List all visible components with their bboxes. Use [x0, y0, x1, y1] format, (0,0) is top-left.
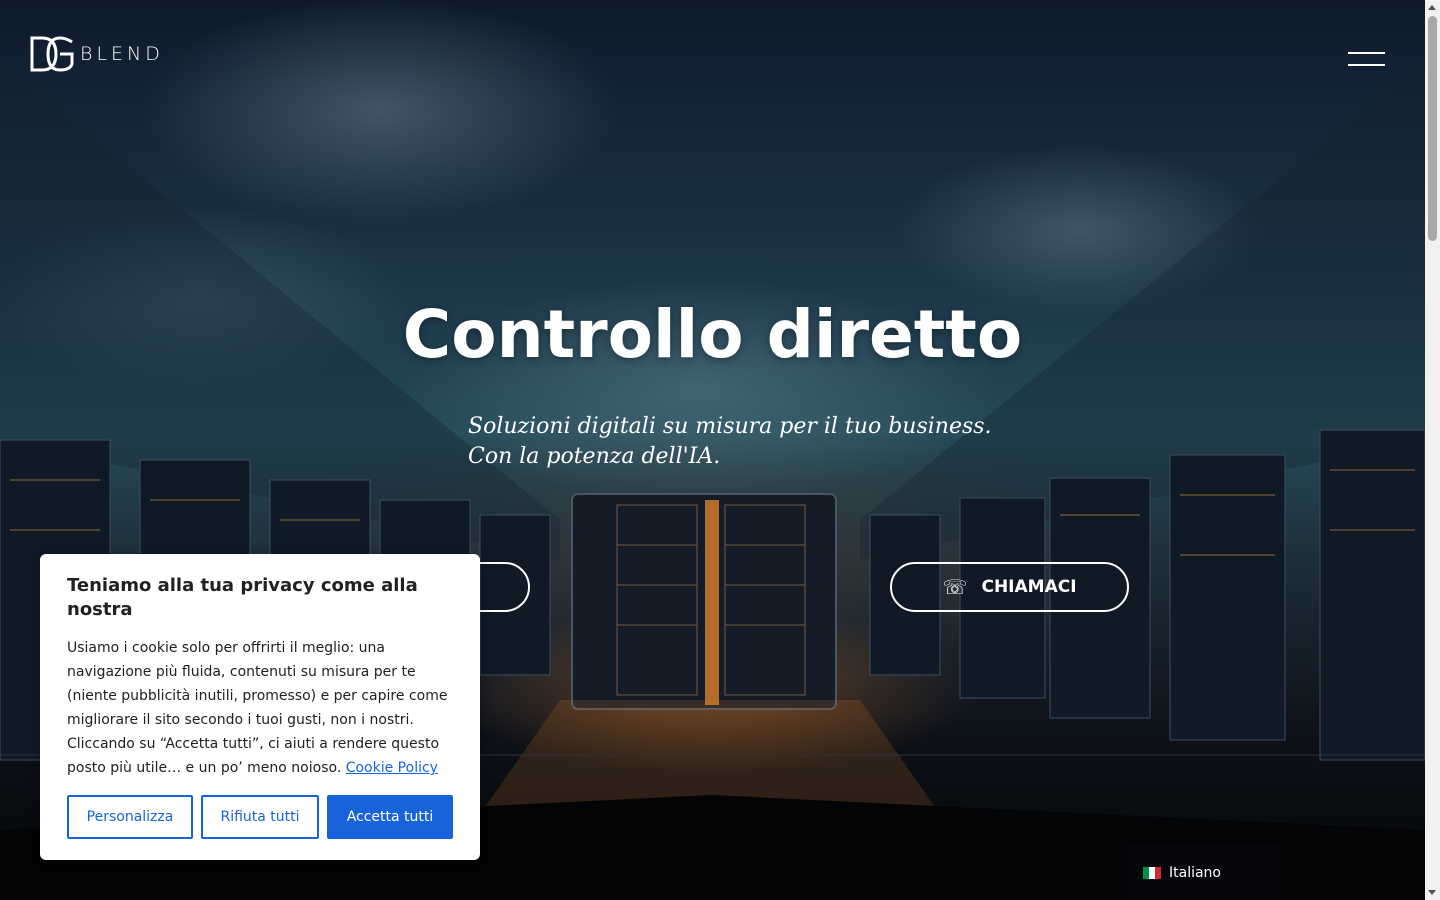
- page-scrollbar[interactable]: [1425, 0, 1440, 900]
- italy-flag-icon: [1143, 867, 1161, 879]
- cookie-banner-body: Usiamo i cookie solo per offrirti il meg…: [67, 640, 448, 776]
- logo[interactable]: BLEND: [30, 36, 164, 72]
- scroll-up-icon[interactable]: [1428, 5, 1436, 10]
- cookie-banner-title: Teniamo alla tua privacy come alla nostr…: [67, 575, 418, 620]
- cookie-consent-banner: Teniamo alla tua privacy come alla nostr…: [40, 554, 480, 860]
- call-button-label: CHIAMACI: [981, 577, 1077, 597]
- scrollbar-thumb[interactable]: [1428, 16, 1437, 241]
- menu-line: [1348, 64, 1385, 66]
- scroll-down-icon[interactable]: [1428, 890, 1436, 895]
- logo-text: BLEND: [80, 43, 164, 65]
- customize-button[interactable]: Personalizza: [67, 795, 193, 839]
- hero-subtitle-line1: Soluzioni digitali su misura per il tuo …: [468, 414, 992, 439]
- language-label: Italiano: [1169, 865, 1221, 881]
- cookie-banner-text: Usiamo i cookie solo per offrirti il meg…: [67, 636, 453, 780]
- phone-icon: ☏: [942, 575, 968, 599]
- hero-title: Controllo diretto: [402, 296, 1023, 373]
- hamburger-menu-icon[interactable]: [1348, 50, 1385, 68]
- cookie-policy-link[interactable]: Cookie Policy: [346, 760, 438, 776]
- reject-all-button[interactable]: Rifiuta tutti: [201, 795, 319, 839]
- hero-subtitle: Soluzioni digitali su misura per il tuo …: [468, 412, 992, 472]
- language-switcher[interactable]: Italiano: [1128, 846, 1280, 900]
- call-button[interactable]: ☏ CHIAMACI: [890, 562, 1129, 612]
- accept-all-button[interactable]: Accetta tutti: [327, 795, 453, 839]
- cookie-banner-actions: Personalizza Rifiuta tutti Accetta tutti: [67, 795, 453, 839]
- menu-line: [1348, 52, 1385, 54]
- hero-subtitle-line2: Con la potenza dell'IA.: [468, 444, 721, 469]
- dg-logo-mark: [30, 36, 74, 72]
